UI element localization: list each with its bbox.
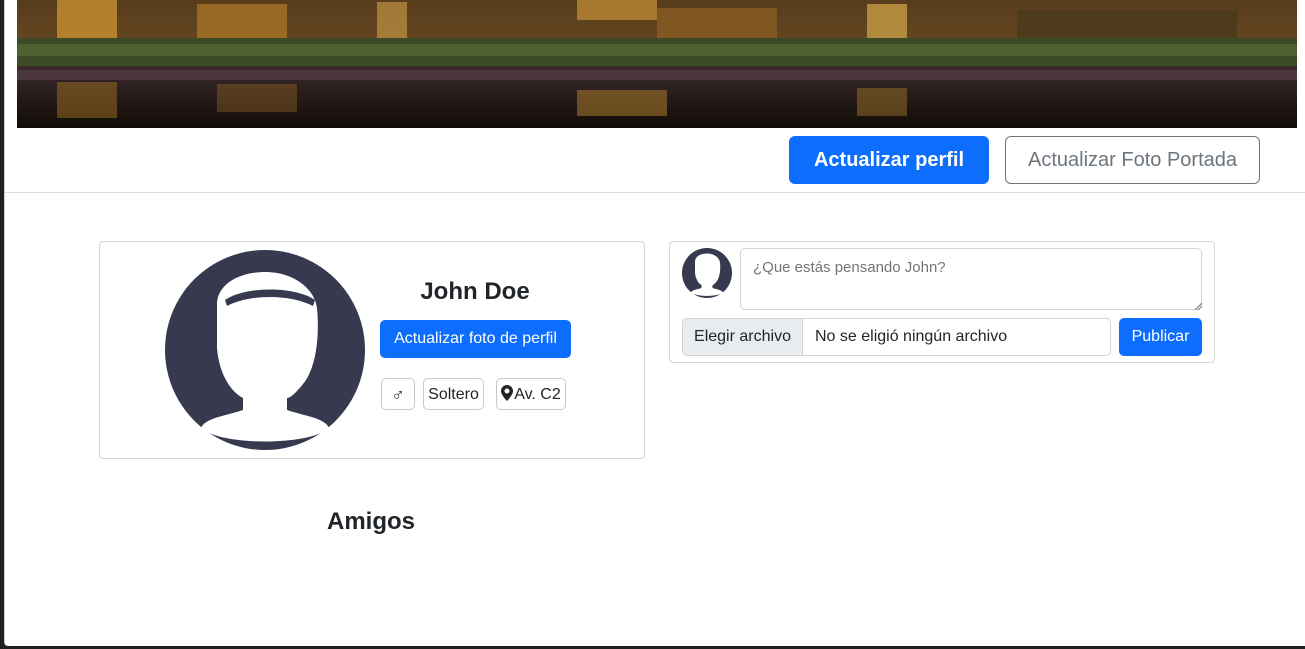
resize-grip-icon[interactable]: [1194, 302, 1202, 310]
profile-card: John Doe Actualizar foto de perfil ♂ Sol…: [99, 241, 645, 459]
profile-name: John Doe: [420, 278, 530, 305]
cover-photo: [17, 0, 1297, 128]
map-pin-icon: [501, 385, 514, 401]
friends-heading: Amigos: [326, 508, 415, 535]
location-text: Av. C2: [514, 386, 561, 403]
update-profile-photo-button[interactable]: Actualizar foto de perfil: [380, 320, 571, 358]
gender-badge: ♂: [381, 378, 415, 410]
relationship-badge: Soltero: [423, 378, 484, 410]
post-composer: Elegir archivo No se eligió ningún archi…: [669, 241, 1215, 363]
publish-button[interactable]: Publicar: [1119, 318, 1202, 356]
file-status-text: No se eligió ningún archivo: [815, 328, 1008, 345]
user-silhouette-icon: [165, 250, 365, 450]
update-profile-button[interactable]: Actualizar perfil: [789, 136, 989, 184]
file-input[interactable]: Elegir archivo No se eligió ningún archi…: [682, 318, 1111, 356]
update-cover-button[interactable]: Actualizar Foto Portada: [1005, 136, 1260, 184]
location-badge: Av. C2: [496, 378, 566, 410]
post-textarea[interactable]: [740, 248, 1202, 310]
male-icon: ♂: [391, 385, 405, 405]
user-silhouette-icon: [682, 248, 732, 298]
choose-file-button[interactable]: Elegir archivo: [683, 319, 803, 355]
cover-toolbar: Actualizar perfil Actualizar Foto Portad…: [5, 128, 1305, 193]
app-window: Actualizar perfil Actualizar Foto Portad…: [4, 0, 1305, 646]
